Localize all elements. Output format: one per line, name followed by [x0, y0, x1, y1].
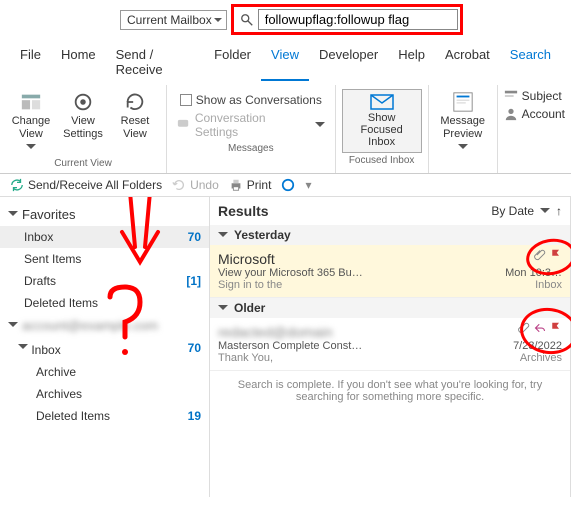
checkbox-icon: [180, 94, 192, 106]
print-icon: [229, 178, 243, 192]
reset-icon: [124, 91, 146, 113]
mailbox-scope-dropdown[interactable]: Current Mailbox: [120, 10, 227, 30]
print-button[interactable]: Print: [229, 178, 272, 192]
undo-button: Undo: [172, 178, 219, 192]
show-conversations-checkbox[interactable]: Show as Conversations: [178, 91, 324, 109]
menu-home[interactable]: Home: [51, 43, 106, 81]
mail-preview: Sign in to the: [218, 279, 282, 291]
mail-item[interactable]: redacted@domain Masterson Complete Const…: [210, 318, 570, 371]
undo-icon: [172, 178, 186, 192]
send-receive-all-button[interactable]: Send/Receive All Folders: [10, 178, 162, 192]
menu-folder[interactable]: Folder: [204, 43, 261, 81]
nav-archives[interactable]: Archives: [0, 383, 209, 405]
mail-subject: View your Microsoft 365 Bu…: [218, 267, 363, 279]
overflow-button[interactable]: ▾: [305, 178, 311, 192]
menu-file[interactable]: File: [10, 43, 51, 81]
message-preview-button[interactable]: Message Preview: [435, 89, 491, 156]
arrange-account[interactable]: Account: [504, 107, 565, 121]
sort-dropdown[interactable]: By Date ↑: [491, 204, 562, 218]
view-settings-button[interactable]: View Settings: [58, 89, 108, 143]
search-icon: [240, 13, 254, 27]
nav-drafts[interactable]: Drafts [1]: [0, 270, 209, 292]
chevron-down-icon: [8, 211, 18, 221]
menu-search[interactable]: Search: [500, 43, 561, 81]
sync-icon: [10, 178, 24, 192]
menu-help[interactable]: Help: [388, 43, 435, 81]
menu-view[interactable]: View: [261, 43, 309, 81]
favorites-header[interactable]: Favorites: [0, 203, 209, 226]
group-older[interactable]: Older: [210, 298, 570, 318]
annotation-search-highlight: [231, 4, 463, 35]
attachment-icon: [534, 249, 546, 261]
mail-time: Mon 10:3…: [505, 267, 562, 279]
reset-view-button[interactable]: Reset View: [110, 89, 160, 143]
change-view-button[interactable]: Change View: [6, 89, 56, 156]
mail-from: Microsoft: [218, 251, 562, 267]
mail-from: redacted@domain: [218, 324, 562, 340]
mail-item[interactable]: Microsoft View your Microsoft 365 Bu… Mo…: [210, 245, 570, 298]
account-header[interactable]: account@example.com: [0, 314, 209, 337]
show-focused-inbox-button[interactable]: Show Focused Inbox: [342, 89, 422, 153]
mail-folder: Inbox: [535, 279, 562, 291]
account-icon: [504, 107, 518, 121]
navigation-pane: Favorites Inbox 70 Sent Items Drafts [1]…: [0, 197, 210, 497]
chat-icon: [177, 118, 191, 132]
current-view-group-label: Current View: [54, 156, 112, 171]
ribbon: Change View View Settings Reset View Cur…: [0, 85, 571, 174]
chevron-down-icon: [540, 208, 550, 218]
reset-view-label: Reset View: [114, 115, 156, 141]
mail-preview: Thank You,: [218, 352, 273, 364]
nav-deleted-items-sub[interactable]: Deleted Items 19: [0, 405, 209, 427]
chevron-down-icon: [18, 344, 28, 354]
group-yesterday[interactable]: Yesterday: [210, 225, 570, 245]
gear-icon: [72, 91, 94, 113]
messages-group-label: Messages: [228, 141, 274, 156]
nav-inbox[interactable]: Inbox 70: [0, 226, 209, 248]
menu-acrobat[interactable]: Acrobat: [435, 43, 500, 81]
menu-bar: File Home Send / Receive Folder View Dev…: [0, 39, 571, 85]
mail-subject: Masterson Complete Const…: [218, 340, 362, 352]
results-title: Results: [218, 203, 269, 219]
nav-inbox-account[interactable]: Inbox 70: [0, 337, 209, 361]
menu-send-receive[interactable]: Send / Receive: [106, 43, 205, 81]
mail-time: 7/23/2022: [513, 340, 562, 352]
chevron-down-icon: [8, 322, 18, 332]
menu-developer[interactable]: Developer: [309, 43, 388, 81]
change-view-label: Change View: [10, 115, 52, 141]
nav-archive[interactable]: Archive: [0, 361, 209, 383]
search-complete-message: Search is complete. If you don't see wha…: [210, 371, 570, 411]
conversation-settings-dropdown: Conversation Settings: [175, 109, 327, 141]
chevron-down-icon: [218, 232, 228, 242]
chevron-down-icon: [218, 305, 228, 315]
nav-sent-items[interactable]: Sent Items: [0, 248, 209, 270]
search-input[interactable]: [258, 9, 458, 30]
flag-icon[interactable]: [550, 249, 562, 261]
arrange-subject[interactable]: Subject: [504, 89, 565, 103]
change-view-icon: [20, 91, 42, 113]
preview-icon: [452, 91, 474, 113]
subject-icon: [504, 89, 518, 103]
focused-inbox-group-label: Focused Inbox: [349, 153, 415, 168]
record-icon[interactable]: [281, 178, 295, 192]
mail-folder: Archives: [520, 352, 562, 364]
sort-direction-icon[interactable]: ↑: [556, 204, 562, 218]
nav-deleted-items[interactable]: Deleted Items: [0, 292, 209, 314]
focused-inbox-icon: [370, 94, 394, 112]
view-settings-label: View Settings: [62, 115, 104, 141]
results-pane: Results By Date ↑ Yesterday Microsoft Vi…: [210, 197, 571, 497]
